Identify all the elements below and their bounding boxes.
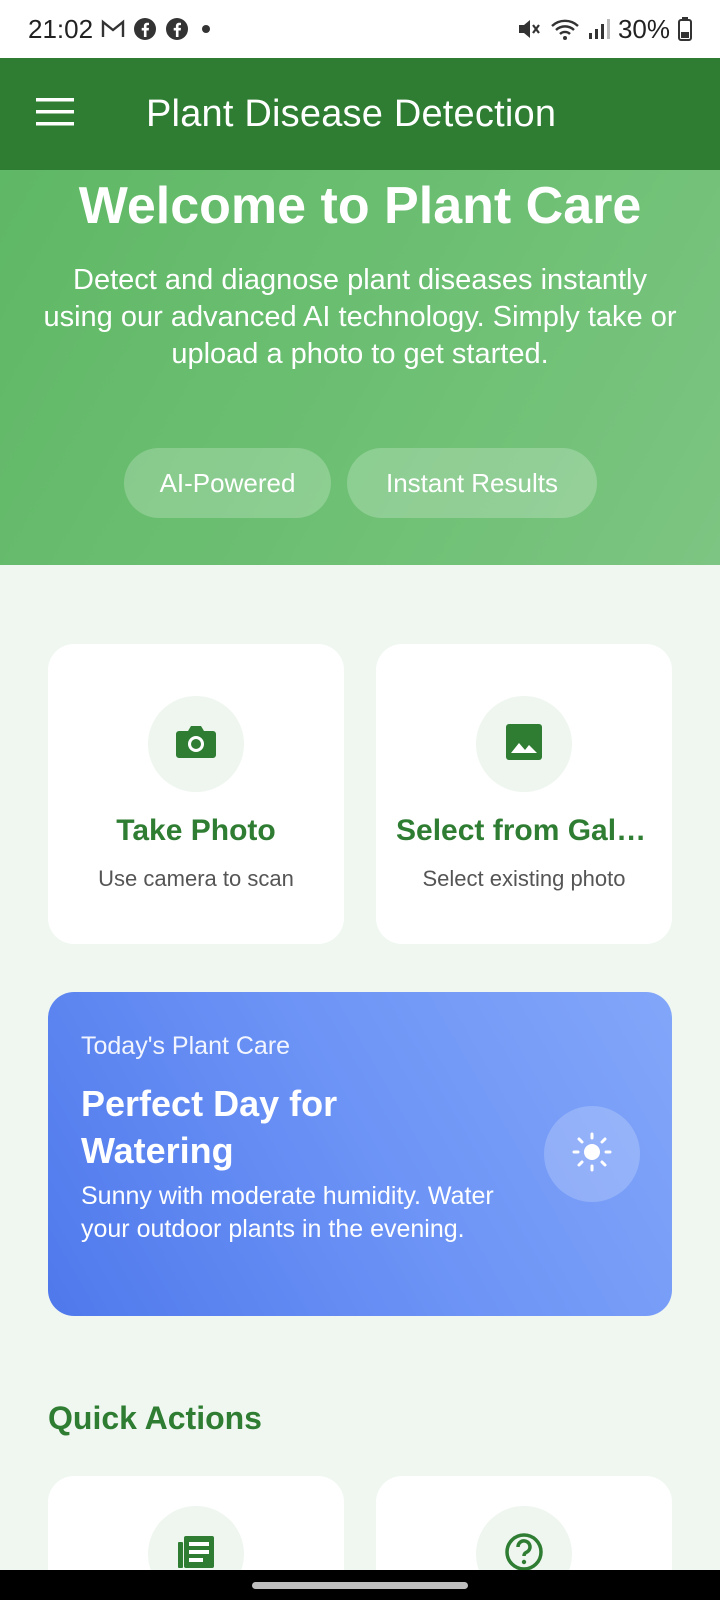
image-icon-circle (476, 696, 572, 792)
hero-description: Detect and diagnose plant diseases insta… (43, 264, 677, 370)
system-nav-bar (0, 1570, 720, 1600)
status-bar: 21:02 30% (0, 0, 720, 58)
gmail-icon (101, 19, 125, 39)
article-icon (176, 1534, 216, 1575)
sun-icon-circle (544, 1106, 640, 1202)
home-gesture-pill[interactable] (252, 1581, 468, 1589)
menu-button[interactable] (0, 58, 110, 170)
status-time: 21:02 (28, 13, 94, 44)
app-title: Plant Disease Detection (146, 92, 557, 135)
camera-icon-circle (148, 696, 244, 792)
camera-icon (175, 724, 217, 765)
gallery-title: Select from Gallery (396, 814, 652, 847)
gallery-card[interactable]: Select from Gallery Select existing phot… (376, 644, 672, 944)
plant-care-description: Sunny with moderate humidity. Water your… (81, 1182, 494, 1243)
status-right: 30% (516, 14, 692, 45)
hero-banner: Welcome to Plant Care Detect and diagnos… (0, 170, 720, 565)
battery-icon (678, 17, 692, 41)
hamburger-menu-icon (36, 97, 74, 131)
plant-care-title: Perfect Day for Watering (81, 1083, 338, 1171)
chip-ai-powered[interactable]: AI-Powered (124, 448, 331, 518)
dot-icon (197, 20, 215, 38)
plant-care-label: Today's Plant Care (81, 1032, 291, 1060)
quick-actions-heading: Quick Actions (48, 1400, 262, 1436)
facebook-icon (133, 17, 157, 41)
chip-instant-results[interactable]: Instant Results (347, 448, 597, 518)
take-photo-subtitle: Use camera to scan (98, 866, 294, 891)
hero-title: Welcome to Plant Care (78, 177, 642, 235)
plant-care-card[interactable]: Today's Plant Care Perfect Day for Water… (48, 992, 672, 1316)
gallery-subtitle: Select existing photo (422, 866, 626, 891)
status-left: 21:02 (28, 14, 215, 45)
image-icon (505, 723, 543, 766)
facebook-icon (165, 17, 189, 41)
signal-icon (588, 18, 610, 40)
sun-icon (572, 1132, 612, 1177)
mute-icon (516, 17, 542, 41)
battery-percent: 30% (617, 13, 670, 44)
take-photo-card[interactable]: Take Photo Use camera to scan (48, 644, 344, 944)
take-photo-title: Take Photo (116, 814, 276, 847)
app-bar: Plant Disease Detection (0, 58, 720, 170)
wifi-icon (550, 17, 580, 41)
